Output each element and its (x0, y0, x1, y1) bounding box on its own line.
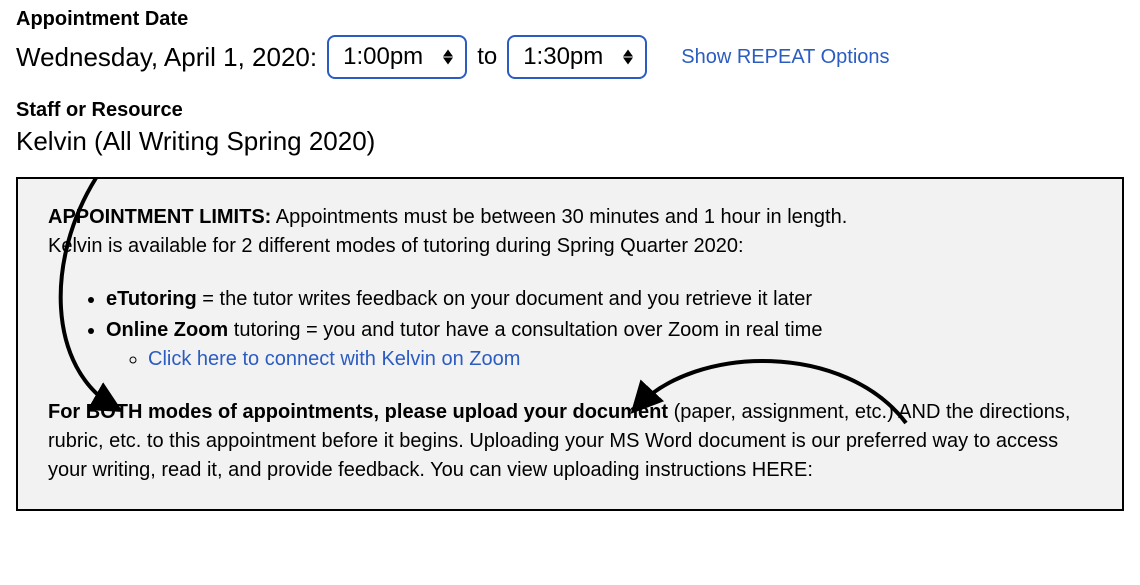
appointment-limits-label: APPOINTMENT LIMITS: (48, 206, 271, 228)
zoom-connect-link[interactable]: Click here to connect with Kelvin on Zoo… (148, 348, 520, 370)
modes-list: eTutoring = the tutor writes feedback on… (106, 285, 1092, 374)
appointment-limits-text: Appointments must be between 30 minutes … (276, 206, 847, 228)
zoom-link-item: Click here to connect with Kelvin on Zoo… (148, 345, 1092, 374)
end-time-select[interactable]: 1:30pm (507, 35, 647, 79)
appointment-date-row: Wednesday, April 1, 2020: 1:00pm to 1:30… (16, 35, 1124, 79)
to-text: to (477, 43, 497, 71)
appointment-date-label: Appointment Date (16, 8, 1124, 31)
online-zoom-item: Online Zoom tutoring = you and tutor hav… (106, 316, 1092, 374)
upload-instructions-bold: For BOTH modes of appointments, please u… (48, 401, 668, 423)
online-zoom-desc: tutoring = you and tutor have a consulta… (228, 319, 822, 341)
select-arrows-icon (623, 50, 633, 65)
appointment-limits-line: APPOINTMENT LIMITS: Appointments must be… (48, 203, 1092, 232)
etutoring-label: eTutoring (106, 288, 197, 310)
staff-resource-value: Kelvin (All Writing Spring 2020) (16, 126, 1124, 157)
etutoring-item: eTutoring = the tutor writes feedback on… (106, 285, 1092, 314)
end-time-value: 1:30pm (523, 43, 603, 71)
etutoring-desc: = the tutor writes feedback on your docu… (197, 288, 812, 310)
upload-instructions: For BOTH modes of appointments, please u… (48, 398, 1092, 485)
availability-text: Kelvin is available for 2 different mode… (48, 232, 1092, 261)
online-zoom-label: Online Zoom (106, 319, 228, 341)
select-arrows-icon (443, 50, 453, 65)
start-time-value: 1:00pm (343, 43, 423, 71)
start-time-select[interactable]: 1:00pm (327, 35, 467, 79)
info-box: APPOINTMENT LIMITS: Appointments must be… (16, 177, 1124, 511)
staff-resource-label: Staff or Resource (16, 99, 1124, 122)
appointment-date-text: Wednesday, April 1, 2020: (16, 42, 317, 73)
show-repeat-options-link[interactable]: Show REPEAT Options (681, 46, 889, 69)
